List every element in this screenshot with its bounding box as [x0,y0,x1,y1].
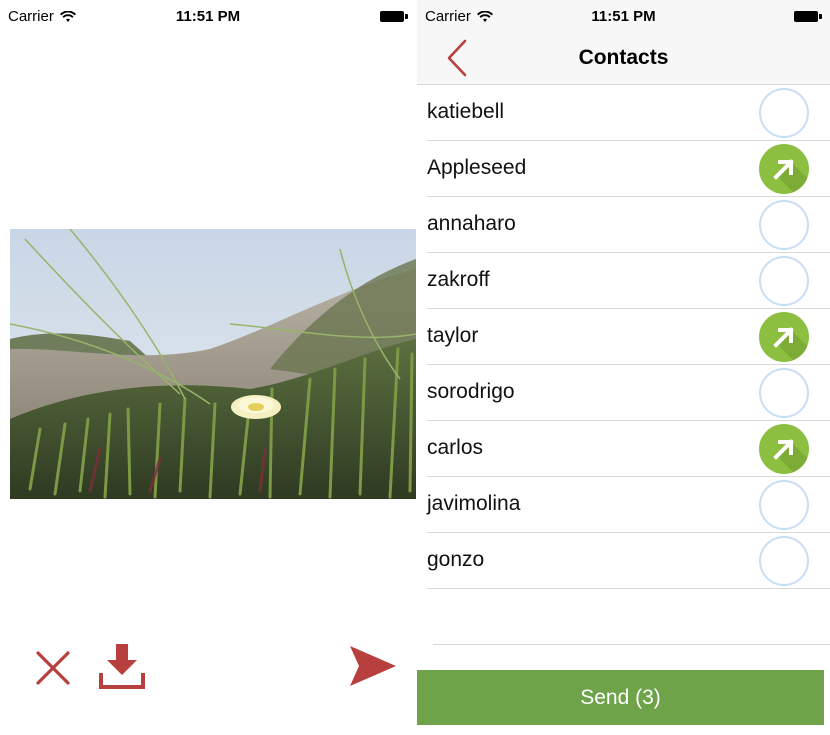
contact-row[interactable]: carlos [417,421,830,477]
status-bar: Carrier 11:51 PM [0,0,416,32]
photo-screen: Carrier 11:51 PM [0,0,416,735]
download-icon[interactable] [98,642,146,690]
page-title: Contacts [578,46,669,69]
contact-row[interactable]: katiebell [417,85,830,141]
unselected-circle-icon[interactable] [759,200,809,250]
contact-row[interactable]: javimolina [417,477,830,533]
contact-name: zakroff [427,268,490,291]
contact-row[interactable]: Appleseed [417,141,830,197]
status-time: 11:51 PM [175,8,241,25]
contact-name: carlos [427,436,484,459]
contact-row[interactable]: zakroff [417,253,830,309]
battery-icon [794,11,822,22]
battery-icon [380,11,408,22]
unselected-circle-icon[interactable] [759,88,809,138]
empty-row [417,589,830,645]
status-bar: Carrier 11:51 PM [417,0,830,32]
selected-arrow-icon[interactable] [759,312,809,362]
photo-actions [0,640,416,695]
contact-name: taylor [427,324,479,347]
selected-arrow-icon[interactable] [759,144,809,194]
contact-name: annaharo [427,212,516,235]
contact-row[interactable]: taylor [417,309,830,365]
contact-name: gonzo [427,548,485,571]
contact-row[interactable]: annaharo [417,197,830,253]
contact-name: sorodrigo [427,380,515,403]
send-button[interactable]: Send (3) [417,670,824,725]
status-time: 11:51 PM [591,8,656,25]
nav-bar: Contacts [417,32,830,85]
selected-arrow-icon[interactable] [759,424,809,474]
unselected-circle-icon[interactable] [759,536,809,586]
contacts-screen: Carrier 11:51 PM Contacts katiebell Appl… [417,0,830,735]
contact-name: javimolina [427,492,521,515]
photo-flower-dune [10,229,416,499]
send-icon[interactable] [350,646,396,686]
close-icon[interactable] [35,650,71,686]
unselected-circle-icon[interactable] [759,256,809,306]
unselected-circle-icon[interactable] [759,480,809,530]
contact-name: katiebell [427,100,505,123]
contact-row[interactable]: gonzo [417,533,830,589]
contact-name: Appleseed [427,156,527,179]
unselected-circle-icon[interactable] [759,368,809,418]
contact-list: katiebell Appleseed annaharo zakroff tay… [417,85,830,645]
contact-row[interactable]: sorodrigo [417,365,830,421]
